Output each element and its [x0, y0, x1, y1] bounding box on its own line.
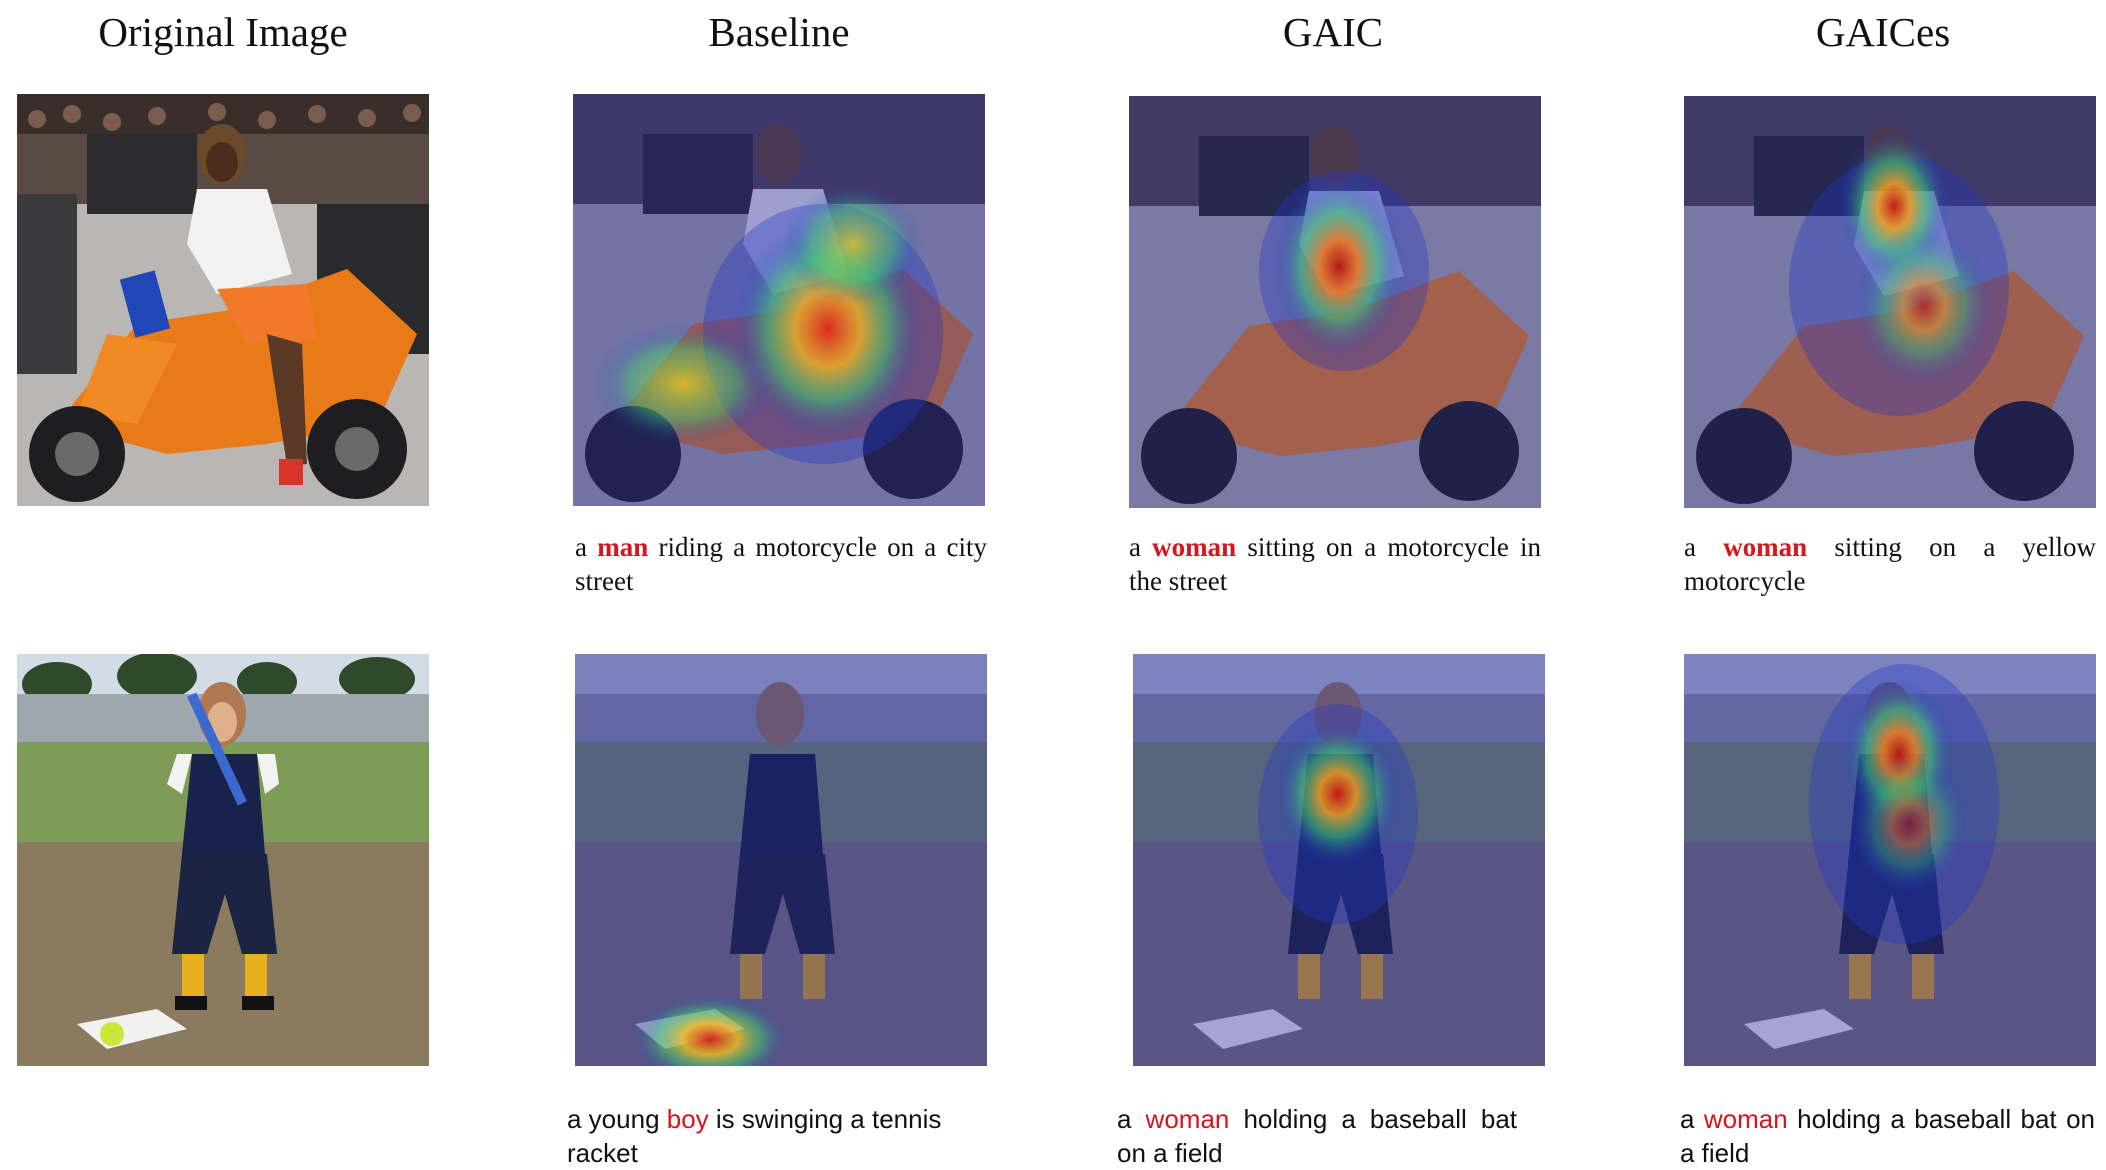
caption-gaic-row2: a woman holding a baseball bat on a fiel… [1117, 1104, 1518, 1168]
caption-highlight-word: boy [666, 1104, 709, 1134]
motorcycle-original-image [17, 94, 429, 506]
caption-highlight-word: woman [1703, 1104, 1788, 1134]
caption-highlight-word: man [597, 532, 649, 562]
column-header-gaices: GAICes [1815, 9, 1951, 55]
softball-gaic-heatmap [1133, 654, 1545, 1066]
column-header-baseline: Baseline [708, 9, 850, 55]
caption-highlight-word: woman [1152, 532, 1237, 562]
caption-gaices-row1: a woman sitting on a yellow motorcycle [1684, 532, 2096, 596]
softball-baseline-heatmap [575, 654, 987, 1066]
motorcycle-gaic-heatmap [1129, 96, 1541, 508]
caption-baseline-row1: a man riding a motorcycle on a city stre… [575, 532, 987, 596]
column-header-gaic: GAIC [1282, 9, 1384, 55]
motorcycle-baseline-heatmap [573, 94, 985, 506]
caption-baseline-row2: a young boy is swinging a tennis racket [567, 1104, 942, 1168]
caption-highlight-word: woman [1723, 532, 1808, 562]
column-header-original: Original Image [98, 9, 348, 55]
caption-gaic-row1: a woman sitting on a motorcycle in the s… [1129, 532, 1542, 596]
caption-gaices-row2: a woman holding a baseball bat on a fiel… [1680, 1104, 2095, 1168]
motorcycle-gaices-heatmap [1684, 96, 2096, 508]
softball-gaices-heatmap [1684, 654, 2096, 1066]
softball-original-image [17, 654, 429, 1066]
caption-highlight-word: woman [1145, 1104, 1230, 1134]
